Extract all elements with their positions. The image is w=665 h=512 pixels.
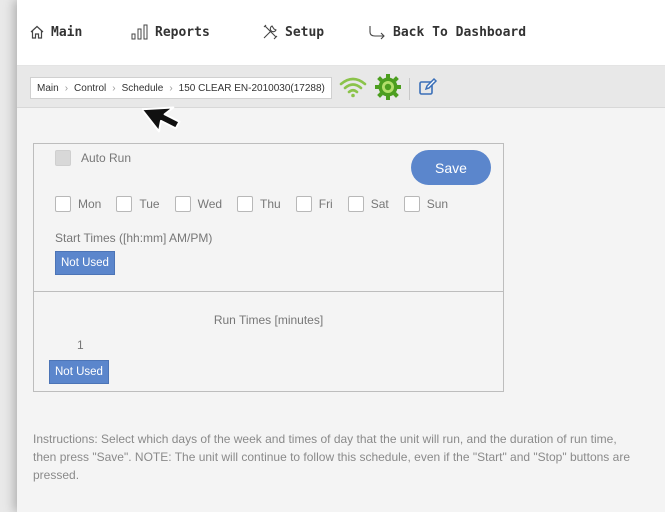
day-checkbox[interactable] [116, 196, 133, 212]
day-checkbox[interactable] [174, 196, 191, 212]
return-arrow-icon [367, 24, 387, 40]
day-tue[interactable]: Tue [116, 196, 160, 212]
breadcrumb-separator: › [64, 82, 69, 94]
day-label: Sat [370, 197, 389, 211]
auto-run-checkbox[interactable] [55, 150, 71, 166]
instructions-text: Instructions: Select which days of the w… [33, 432, 630, 482]
day-sun[interactable]: Sun [403, 196, 449, 212]
toolbar-divider [409, 78, 410, 100]
day-fri[interactable]: Fri [295, 196, 333, 212]
breadcrumb-separator: › [112, 82, 116, 94]
nav-back-to-dashboard[interactable]: Back To Dashboard [367, 22, 526, 42]
bar-chart-icon [131, 24, 149, 40]
day-checkbox[interactable] [237, 196, 254, 212]
gear-status-icon [375, 74, 401, 104]
schedule-panel: Auto Run Save Mon Tue Wed Thu Fri Sat Su… [33, 143, 504, 392]
auto-run-label: Auto Run [81, 151, 132, 165]
status-icons [339, 74, 438, 104]
breadcrumb-unit: 150 CLEAR EN-2010030(17288) [178, 82, 325, 94]
day-thu[interactable]: Thu [237, 196, 281, 212]
nav-main[interactable]: Main [29, 22, 82, 42]
wifi-icon [339, 76, 367, 102]
day-label: Wed [197, 197, 223, 211]
day-wed[interactable]: Wed [174, 196, 223, 212]
home-icon [29, 24, 45, 40]
day-checkbox[interactable] [295, 196, 312, 212]
run-index: 1 [77, 338, 84, 352]
day-label: Tue [139, 197, 160, 211]
nav-back-label: Back To Dashboard [393, 24, 527, 40]
day-checkbox[interactable] [55, 196, 71, 212]
nav-reports[interactable]: Reports [131, 22, 210, 42]
mouse-cursor-icon [140, 102, 188, 148]
day-checkbox[interactable] [403, 196, 420, 212]
day-label: Mon [78, 197, 102, 211]
panel-divider [34, 291, 503, 292]
breadcrumb-separator: › [169, 82, 173, 94]
edit-icon[interactable] [418, 77, 438, 101]
breadcrumb-main[interactable]: Main [37, 83, 59, 94]
top-nav: Main Reports Setup Back To Dashboard [17, 0, 665, 66]
day-label: Sun [426, 197, 449, 211]
nav-reports-label: Reports [155, 24, 210, 40]
app-window: Main Reports Setup Back To Dashboard Mai… [17, 0, 665, 512]
day-mon[interactable]: Mon [55, 196, 101, 212]
start-times-label: Start Times ([hh:mm] AM/PM) [55, 231, 213, 245]
day-label: Fri [318, 197, 333, 211]
days-of-week: Mon Tue Wed Thu Fri Sat Sun [55, 196, 463, 212]
nav-setup[interactable]: Setup [261, 22, 324, 42]
run-time-button[interactable]: Not Used [49, 360, 109, 384]
save-button[interactable]: Save [411, 150, 491, 185]
run-times-label: Run Times [minutes] [213, 313, 324, 327]
breadcrumb-schedule[interactable]: Schedule [122, 83, 164, 94]
day-checkbox[interactable] [347, 196, 364, 212]
day-sat[interactable]: Sat [347, 196, 389, 212]
nav-main-label: Main [51, 24, 83, 40]
breadcrumb-control[interactable]: Control [74, 83, 106, 94]
start-time-button[interactable]: Not Used [55, 251, 115, 275]
day-label: Thu [260, 197, 281, 211]
breadcrumb-bar: Main › Control › Schedule › 150 CLEAR EN… [17, 66, 665, 108]
breadcrumb: Main › Control › Schedule › 150 CLEAR EN… [30, 77, 332, 99]
auto-run-option[interactable]: Auto Run [55, 150, 131, 166]
nav-setup-label: Setup [285, 24, 325, 40]
tools-icon [261, 23, 279, 41]
